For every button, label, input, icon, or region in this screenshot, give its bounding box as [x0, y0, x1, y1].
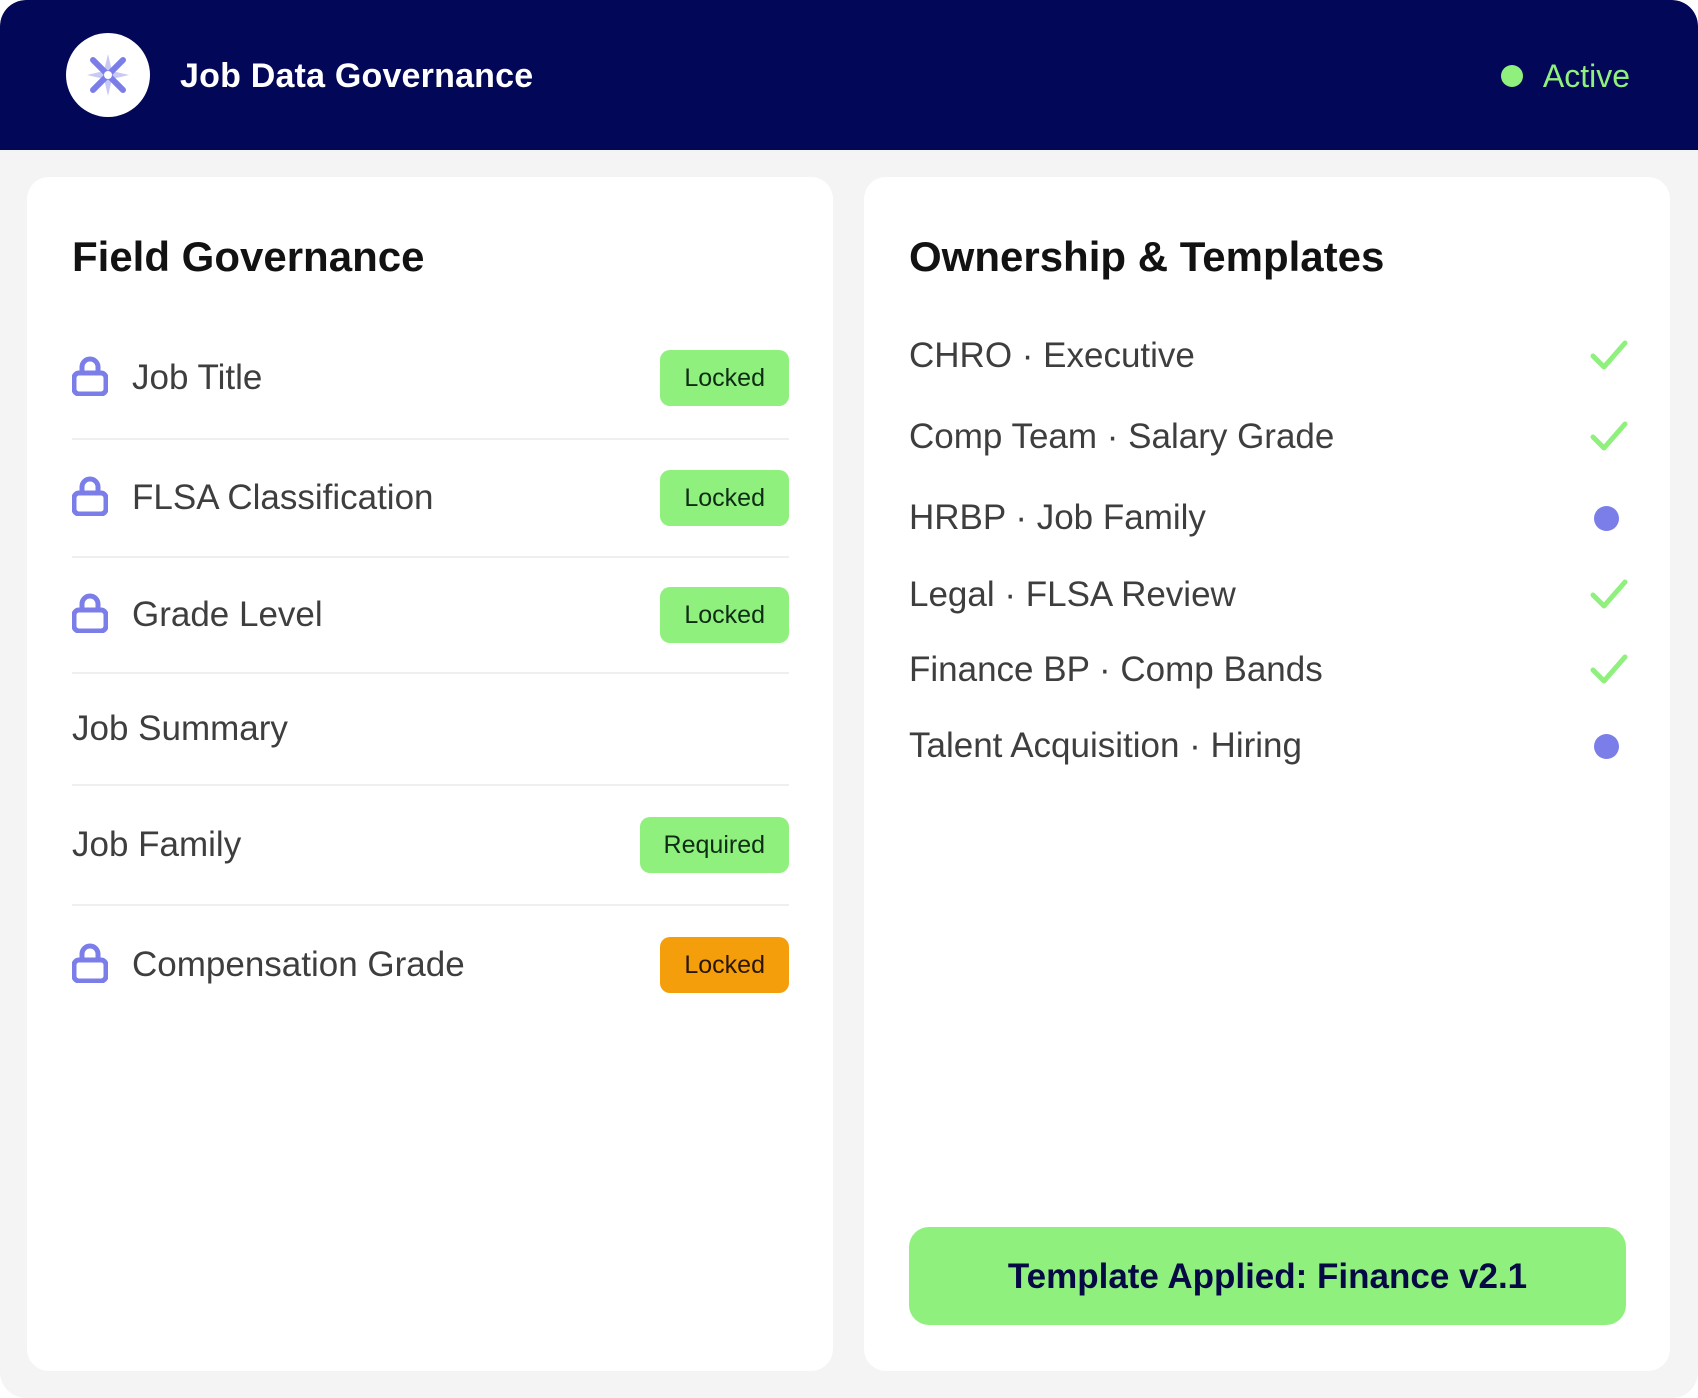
check-icon — [1590, 579, 1628, 609]
status-badge: Required — [639, 817, 789, 873]
field-row-job-title[interactable]: Job Title Locked — [72, 318, 789, 440]
status-label: Active — [1542, 58, 1630, 94]
lock-icon — [72, 593, 108, 633]
field-label: Grade Level — [132, 595, 323, 634]
field-label: Compensation Grade — [132, 945, 465, 984]
owner-item-hrbp[interactable]: HRBP · Job Family — [909, 488, 1629, 548]
status-badge: Locked — [660, 937, 789, 993]
owner-label: Finance BP · Comp Bands — [909, 650, 1323, 689]
owner-item-legal[interactable]: Legal · FLSA Review — [909, 565, 1629, 625]
lock-icon — [72, 476, 108, 516]
owner-label: CHRO · Executive — [909, 336, 1195, 375]
template-applied-button[interactable]: Template Applied: Finance v2.1 — [909, 1227, 1626, 1325]
field-row-job-family[interactable]: Job Family Required — [72, 786, 789, 906]
field-row-grade-level[interactable]: Grade Level Locked — [72, 558, 789, 674]
pending-dot-icon — [1594, 506, 1619, 531]
pending-dot-icon — [1594, 734, 1619, 759]
field-governance-panel: Field Governance Job Title Locked FLSA C… — [27, 177, 833, 1371]
owner-item-comp-team[interactable]: Comp Team · Salary Grade — [909, 407, 1629, 467]
status-badge: Locked — [660, 587, 789, 643]
status-badge: Locked — [660, 470, 789, 526]
app-title: Job Data Governance — [180, 57, 534, 95]
check-icon — [1590, 421, 1628, 451]
field-label: Job Family — [72, 825, 242, 864]
field-label: FLSA Classification — [132, 478, 434, 517]
owner-label: Comp Team · Salary Grade — [909, 417, 1335, 456]
owner-item-talent-acquisition[interactable]: Talent Acquisition · Hiring — [909, 716, 1629, 776]
panel-title: Field Governance — [72, 233, 425, 280]
owner-label: HRBP · Job Family — [909, 498, 1206, 537]
status-dot-icon — [1500, 65, 1523, 87]
status-indicator: Active — [1500, 54, 1630, 98]
check-icon — [1590, 340, 1628, 370]
owner-item-chro[interactable]: CHRO · Executive — [909, 326, 1629, 386]
owner-label: Talent Acquisition · Hiring — [909, 726, 1302, 765]
lock-icon — [72, 943, 108, 983]
field-row-flsa-classification[interactable]: FLSA Classification Locked — [72, 440, 789, 558]
panel-title: Ownership & Templates — [909, 233, 1385, 280]
ownership-templates-panel: Ownership & Templates CHRO · Executive C… — [864, 177, 1670, 1371]
field-label: Job Title — [132, 358, 263, 397]
app-header: Job Data Governance Active — [0, 0, 1698, 150]
owner-item-finance-bp[interactable]: Finance BP · Comp Bands — [909, 640, 1629, 700]
owner-label: Legal · FLSA Review — [909, 575, 1236, 614]
status-badge: Locked — [660, 350, 789, 406]
star-x-logo-icon — [66, 33, 150, 117]
check-icon — [1590, 654, 1628, 684]
app-window: Job Data Governance Active Field Governa… — [0, 0, 1698, 1398]
field-row-job-summary[interactable]: Job Summary — [72, 674, 789, 786]
field-row-compensation-grade[interactable]: Compensation Grade Locked — [72, 906, 789, 1024]
field-label: Job Summary — [72, 709, 288, 748]
lock-icon — [72, 356, 108, 396]
